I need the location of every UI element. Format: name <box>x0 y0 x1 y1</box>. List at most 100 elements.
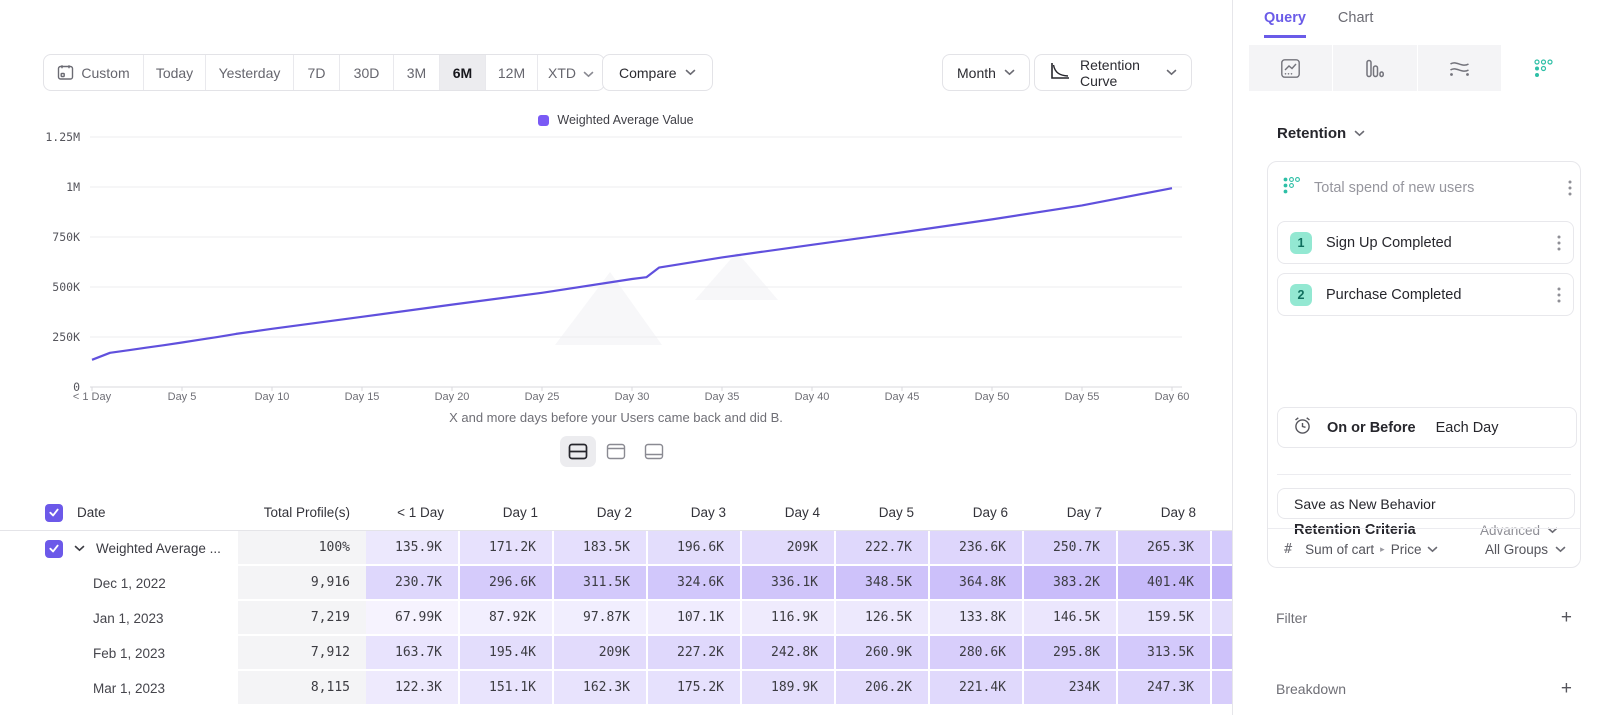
retention-value-cell[interactable]: 196.6K <box>648 531 742 566</box>
view-tab-retention[interactable] <box>1502 45 1585 91</box>
kebab-menu-icon[interactable] <box>1568 180 1572 196</box>
retention-value-cell[interactable]: 151.1K <box>460 671 554 706</box>
column-header-total-profile-s-[interactable]: Total Profile(s) <box>238 495 366 530</box>
save-as-new-behavior-button[interactable]: Save as New Behavior <box>1277 488 1575 519</box>
retention-value-cell[interactable]: 67.99K <box>366 601 460 636</box>
behavior-card: Total spend of new users 1 Sign Up Compl… <box>1267 161 1581 568</box>
x-axis-tick: Day 10 <box>255 391 290 403</box>
row-checkbox[interactable] <box>45 540 63 558</box>
view-tab-funnels[interactable] <box>1333 45 1417 91</box>
retention-value-cell[interactable]: 209K <box>742 531 836 566</box>
retention-value-cell[interactable]: 236.6K <box>930 531 1024 566</box>
retention-value-cell[interactable]: 175.2K <box>648 671 742 706</box>
retention-value-cell[interactable]: 383.2K <box>1024 566 1118 601</box>
tab-chart[interactable]: Chart <box>1338 10 1373 38</box>
add-breakdown-button[interactable]: + <box>1561 679 1572 698</box>
retention-value-cell[interactable]: 122.3K <box>366 671 460 706</box>
retention-value-cell[interactable]: 247.3K <box>1118 671 1212 706</box>
retention-value-cell[interactable]: 146.5K <box>1024 601 1118 636</box>
layout-toggle-top-pane[interactable] <box>598 436 634 467</box>
kebab-menu-icon[interactable] <box>1557 235 1561 251</box>
behavior-step-2[interactable]: 2 Purchase Completed <box>1277 273 1574 316</box>
retention-value-cell[interactable]: 260.9K <box>836 636 930 671</box>
x-axis-tick: Day 25 <box>525 391 560 403</box>
layout-toggle-split-view[interactable] <box>560 436 596 467</box>
retention-section-header[interactable]: Retention <box>1277 125 1365 142</box>
retention-value-cell[interactable]: 295.8K <box>1024 636 1118 671</box>
retention-value-cell[interactable]: 107.1K <box>648 601 742 636</box>
retention-value-cell[interactable]: 364.8K <box>930 566 1024 601</box>
retention-value-cell[interactable]: 159.5K <box>1118 601 1212 636</box>
retention-value-cell[interactable]: 336.1K <box>742 566 836 601</box>
behavior-step-1[interactable]: 1 Sign Up Completed <box>1277 221 1574 264</box>
table-row: Feb 1, 20237,912163.7K195.4K209K227.2K24… <box>0 636 1232 671</box>
retention-grid-icon <box>1282 176 1301 200</box>
retention-value-cell[interactable]: 189.9K <box>742 671 836 706</box>
column-header--1-day[interactable]: < 1 Day <box>366 495 460 530</box>
retention-value-cell[interactable]: 265.3K <box>1118 531 1212 566</box>
retention-value-cell[interactable]: 206.2K <box>836 671 930 706</box>
retention-value-cell[interactable]: 126.5K <box>836 601 930 636</box>
retention-value-cell[interactable]: 401.4K <box>1118 566 1212 601</box>
column-header-label: Date <box>77 505 106 520</box>
measure-sub-label: Price <box>1391 542 1422 557</box>
retention-value-cell[interactable]: 87.92K <box>460 601 554 636</box>
panel-tabs: Query Chart <box>1264 10 1373 38</box>
column-header-day-3[interactable]: Day 3 <box>648 495 742 530</box>
column-header-label: Day 6 <box>973 505 1008 520</box>
total-profiles-cell: 9,916 <box>238 566 366 601</box>
add-filter-button[interactable]: + <box>1561 608 1572 627</box>
retention-icon <box>1533 58 1554 79</box>
row-label-cell: Dec 1, 2022 <box>0 566 238 601</box>
row-label: Weighted Average ... <box>96 541 221 556</box>
retention-value-cell[interactable]: 348.5K <box>836 566 930 601</box>
retention-value-cell[interactable]: 133.8K <box>930 601 1024 636</box>
groups-dropdown[interactable]: All Groups <box>1485 542 1566 557</box>
retention-value-cell[interactable]: 234K <box>1024 671 1118 706</box>
measure-property-dropdown[interactable]: Sum of cart ▸ Price <box>1305 542 1438 557</box>
retention-value-cell[interactable]: 162.3K <box>554 671 648 706</box>
column-header-day-2[interactable]: Day 2 <box>554 495 648 530</box>
retention-value-cell[interactable]: 311.5K <box>554 566 648 601</box>
layout-toggle-bottom-pane[interactable] <box>636 436 672 467</box>
column-header-day-1[interactable]: Day 1 <box>460 495 554 530</box>
retention-value-cell[interactable]: 227.2K <box>648 636 742 671</box>
retention-value-cell[interactable]: 313.5K <box>1118 636 1212 671</box>
retention-value-cell[interactable]: 230.7K <box>366 566 460 601</box>
column-header-date[interactable]: Date <box>0 495 238 530</box>
row-checkbox[interactable] <box>45 504 63 522</box>
view-tab-flows[interactable] <box>1418 45 1502 91</box>
column-header-day-8[interactable]: Day 8 <box>1118 495 1212 530</box>
retention-value-cell[interactable]: 324.6K <box>648 566 742 601</box>
kebab-menu-icon[interactable] <box>1557 287 1561 303</box>
column-header-day-6[interactable]: Day 6 <box>930 495 1024 530</box>
column-header-label: Total Profile(s) <box>264 505 350 520</box>
retention-value-cell[interactable]: 195.4K <box>460 636 554 671</box>
y-axis-tick: 1M <box>10 180 80 194</box>
chevron-down-icon <box>1555 546 1566 553</box>
expand-row-chevron-icon[interactable] <box>74 545 85 552</box>
retention-value-cell[interactable]: 209K <box>554 636 648 671</box>
retention-value-cell[interactable]: 221.4K <box>930 671 1024 706</box>
column-header-day-5[interactable]: Day 5 <box>836 495 930 530</box>
retention-value-cell[interactable]: 97.87K <box>554 601 648 636</box>
total-profiles-cell: 7,912 <box>238 636 366 671</box>
view-tab-insights[interactable] <box>1249 45 1333 91</box>
retention-value-cell[interactable]: 116.9K <box>742 601 836 636</box>
retention-value-cell[interactable]: 280.6K <box>930 636 1024 671</box>
tab-query[interactable]: Query <box>1264 10 1306 38</box>
column-header-day-7[interactable]: Day 7 <box>1024 495 1118 530</box>
y-axis-tick: 750K <box>10 230 80 244</box>
retention-value-cell[interactable]: 163.7K <box>366 636 460 671</box>
retention-value-cell[interactable]: 183.5K <box>554 531 648 566</box>
x-axis-tick: < 1 Day <box>73 391 111 403</box>
column-header-day-4[interactable]: Day 4 <box>742 495 836 530</box>
retention-value-cell[interactable]: 242.8K <box>742 636 836 671</box>
retention-value-cell[interactable]: 250.7K <box>1024 531 1118 566</box>
row-label-cell: Weighted Average ... <box>0 531 238 566</box>
retention-value-cell[interactable]: 296.6K <box>460 566 554 601</box>
timing-selector[interactable]: On or Before Each Day <box>1277 407 1577 448</box>
retention-value-cell[interactable]: 135.9K <box>366 531 460 566</box>
retention-value-cell[interactable]: 171.2K <box>460 531 554 566</box>
retention-value-cell[interactable]: 222.7K <box>836 531 930 566</box>
